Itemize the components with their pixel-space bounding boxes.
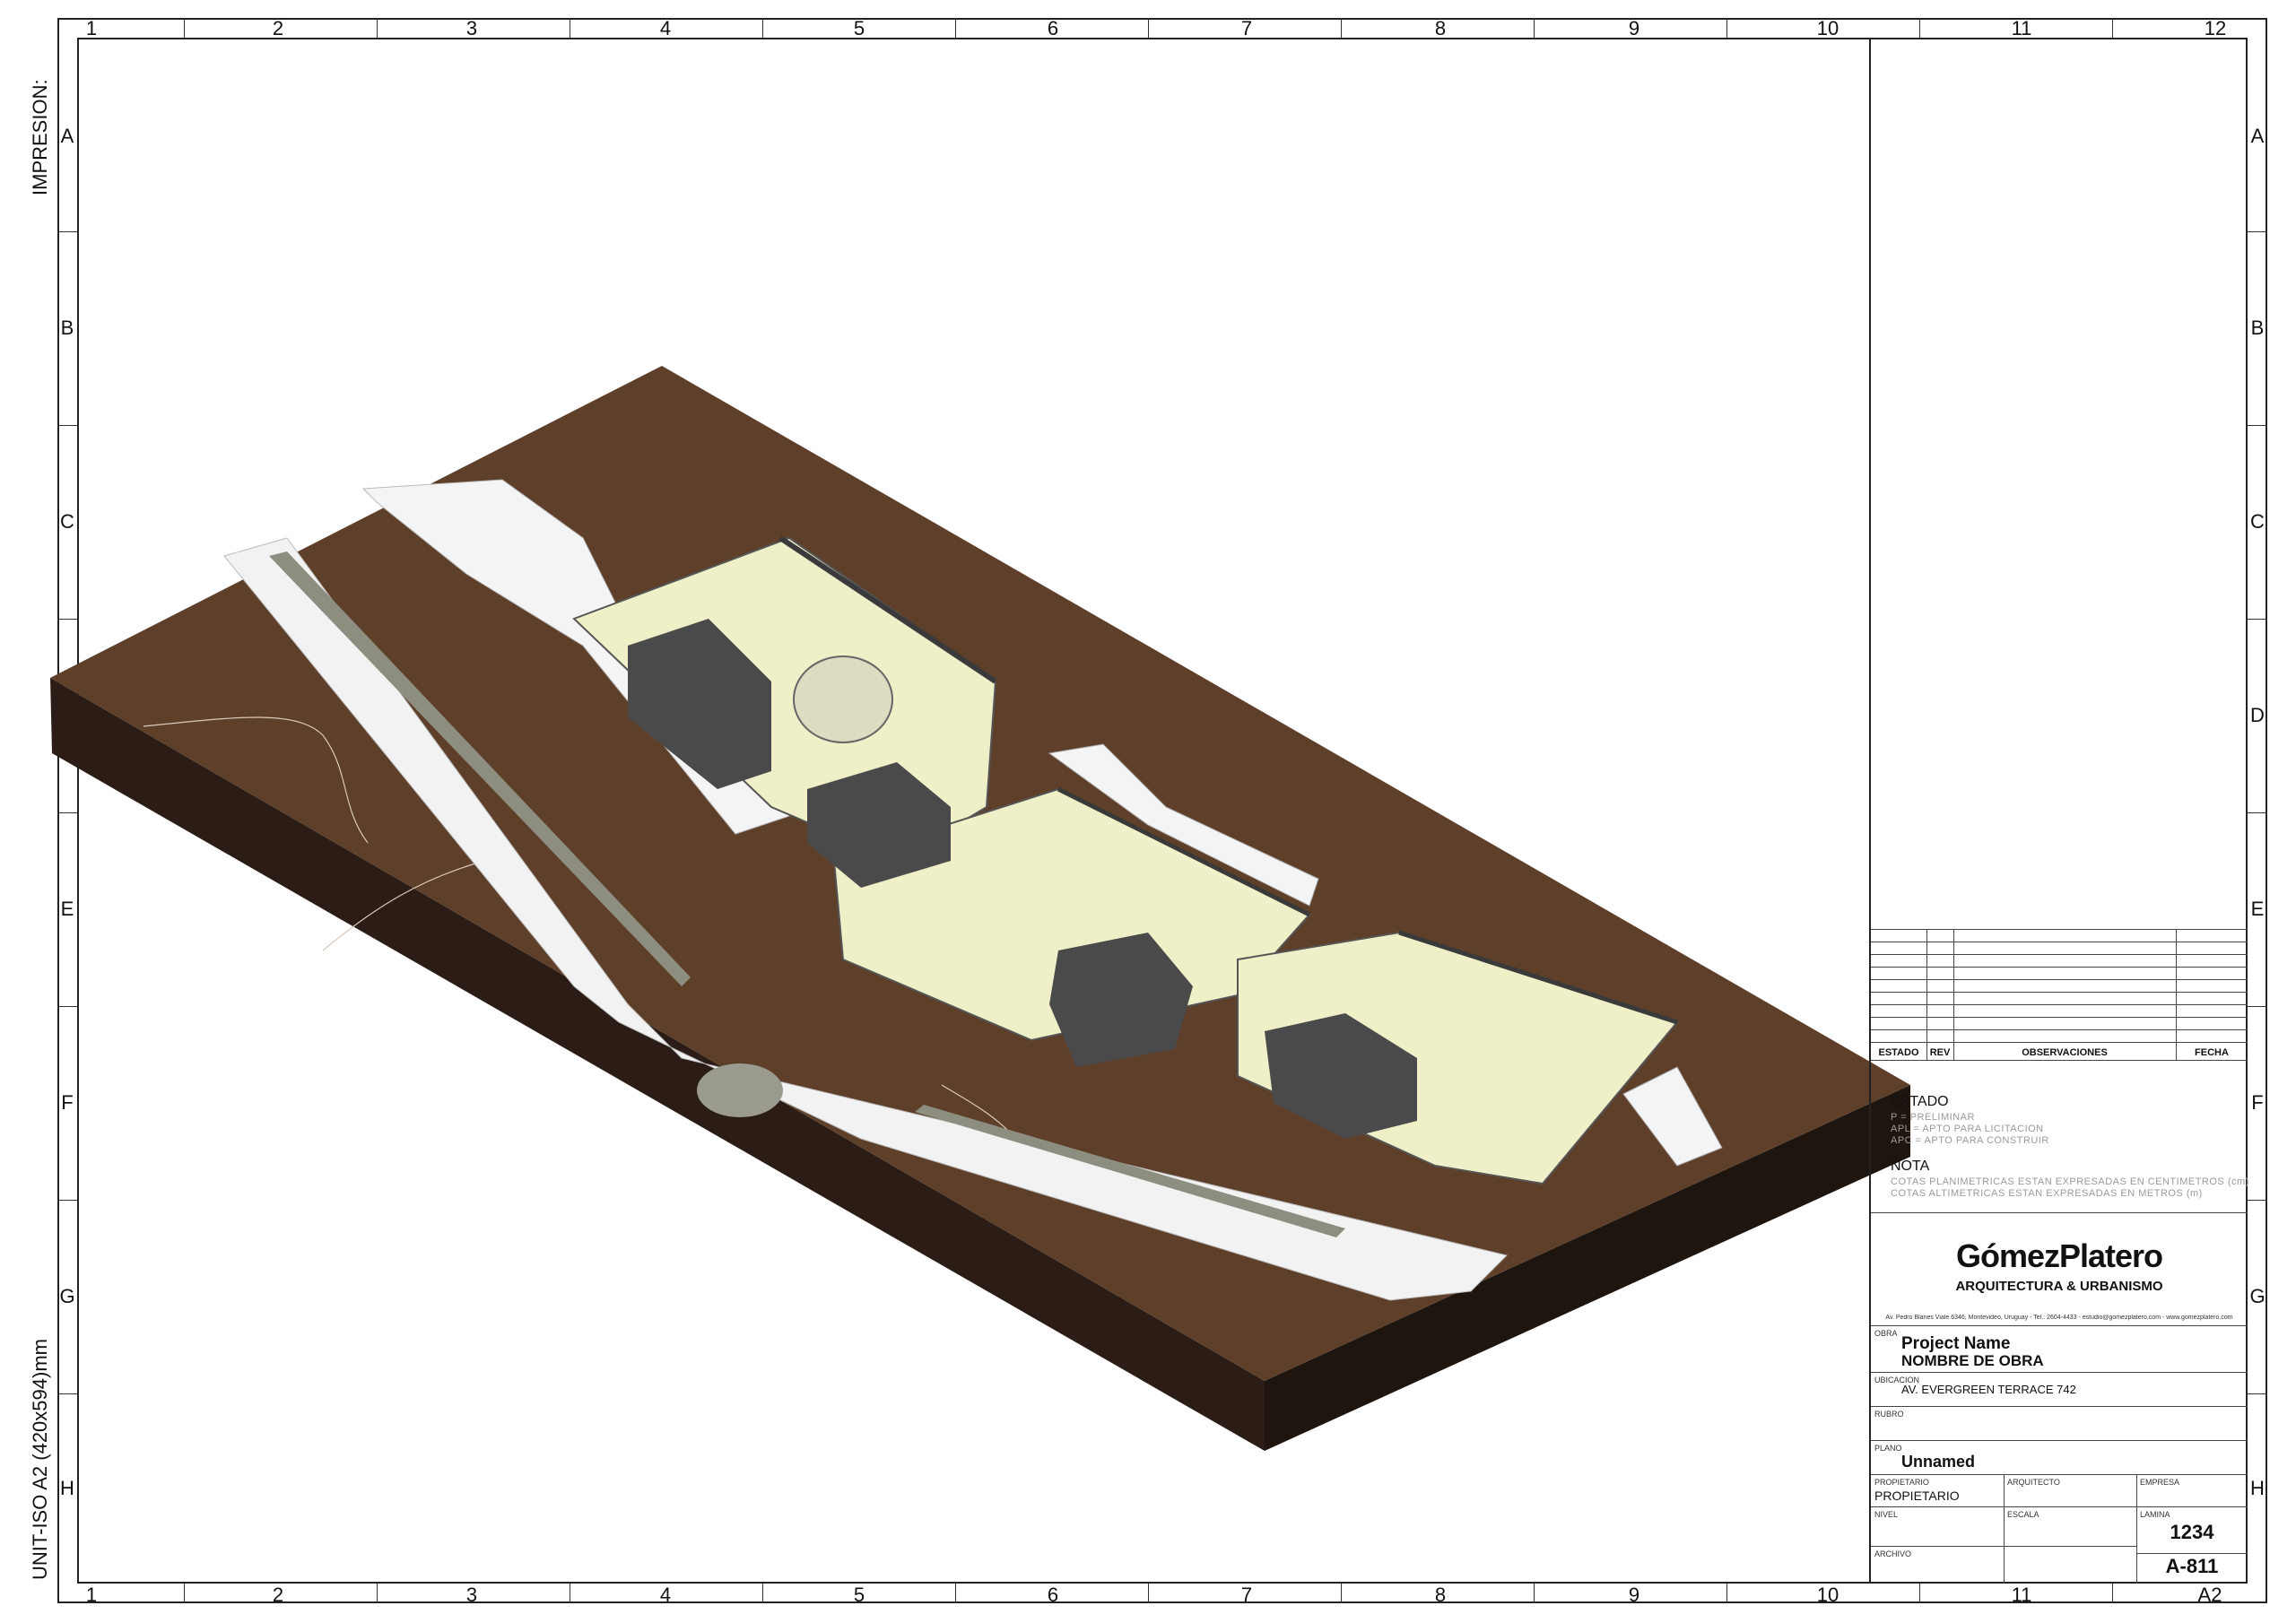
- escala-label: ESCALA: [2007, 1510, 2039, 1519]
- obra-label: OBRA: [1874, 1329, 1898, 1338]
- courtyard-oval: [793, 655, 893, 743]
- rev-header-fecha: FECHA: [2195, 1047, 2229, 1058]
- rev-header-observaciones: OBSERVACIONES: [2022, 1047, 2108, 1058]
- plano-label: PLANO: [1874, 1444, 1902, 1453]
- rev-header-estado: ESTADO: [1878, 1047, 1919, 1058]
- lamina-code: A-811: [2165, 1555, 2219, 1577]
- estado-line: P = PRELIMINAR: [1891, 1112, 1975, 1123]
- archivo-label: ARCHIVO: [1874, 1549, 1912, 1558]
- title-block: ESTADO REV OBSERVACIONES FECHA ESTADO P …: [1869, 38, 2248, 1584]
- ubicacion-value: AV. EVERGREEN TERRACE 742: [1901, 1383, 2076, 1396]
- nombre-obra: NOMBRE DE OBRA: [1901, 1352, 2044, 1369]
- estado-title: ESTADO: [1891, 1094, 1949, 1109]
- plano-value: Unnamed: [1901, 1453, 1976, 1471]
- firm-tagline: ARQUITECTURA & URBANISMO: [1955, 1279, 2163, 1294]
- propietario-value: PROPIETARIO: [1874, 1488, 1960, 1503]
- propietario-label: PROPIETARIO: [1874, 1478, 1929, 1487]
- nota-title: NOTA: [1891, 1159, 1930, 1174]
- estado-line: APL = APTO PARA LICITACION: [1891, 1124, 2044, 1134]
- sheet-size-label: A2: [2197, 1584, 2222, 1606]
- nivel-label: NIVEL: [1874, 1510, 1899, 1519]
- rubro-label: RUBRO: [1874, 1410, 1904, 1419]
- firm-address: Av. Pedro Blanes Viale 6346, Montevideo,…: [1885, 1315, 2233, 1321]
- firm-logo: GómezPlatero: [1955, 1237, 2163, 1274]
- project-name: Project Name: [1901, 1334, 2011, 1353]
- nota-line: COTAS ALTIMETRICAS ESTAN EXPRESADAS EN M…: [1891, 1188, 2203, 1199]
- plaza-circle: [697, 1063, 783, 1117]
- estado-line: APC = APTO PARA CONSTRUIR: [1891, 1135, 2049, 1146]
- nota-line: COTAS PLANIMETRICAS ESTAN EXPRESADAS EN …: [1891, 1176, 2249, 1187]
- empresa-label: EMPRESA: [2140, 1478, 2180, 1487]
- lamina-number: 1234: [2170, 1521, 2214, 1543]
- arquitecto-label: ARQUITECTO: [2007, 1478, 2060, 1487]
- rev-header-rev: REV: [1929, 1047, 1951, 1058]
- lamina-label: LAMINA: [2140, 1510, 2170, 1519]
